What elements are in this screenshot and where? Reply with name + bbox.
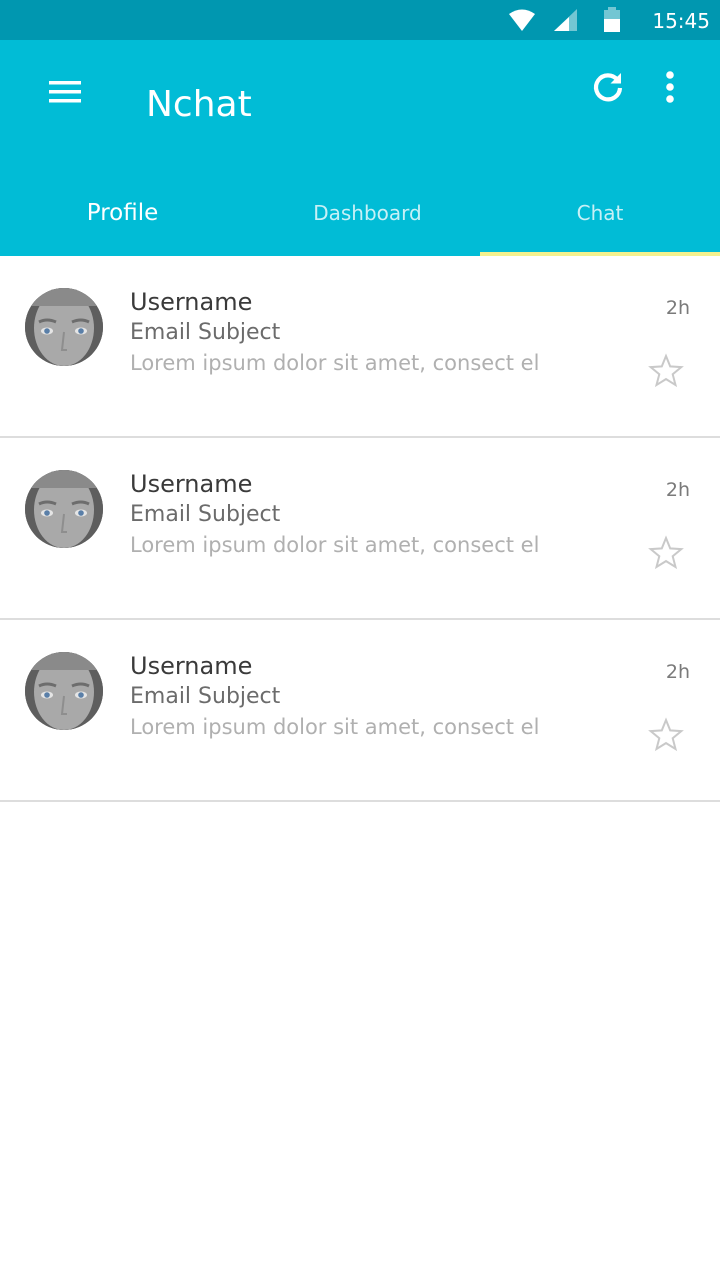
nchat-screen: 15:45 Nchat Profile Dashboard Chat Usern… (0, 0, 720, 1280)
message-preview: Lorem ipsum dolor sit amet, consect elit… (130, 533, 540, 557)
tab-label-chat: Chat (576, 201, 624, 225)
tab-label-profile: Profile (86, 200, 159, 226)
star-icon[interactable] (648, 353, 684, 389)
star-icon[interactable] (648, 535, 684, 571)
message-subject: Email Subject (130, 684, 281, 709)
star-icon[interactable] (648, 717, 684, 753)
message-row[interactable]: Username Email Subject Lorem ipsum dolor… (0, 256, 720, 438)
refresh-button[interactable] (588, 68, 628, 108)
more-vert-icon (666, 71, 674, 103)
message-time: 2h (665, 661, 690, 683)
message-time: 2h (665, 479, 690, 501)
avatar (25, 652, 103, 730)
refresh-icon (593, 73, 623, 102)
avatar (25, 470, 103, 548)
message-row[interactable]: Username Email Subject Lorem ipsum dolor… (0, 438, 720, 620)
tab-label-dashboard: Dashboard (313, 201, 422, 225)
message-list: Username Email Subject Lorem ipsum dolor… (0, 256, 720, 802)
tab-bar: Profile Dashboard Chat (0, 170, 720, 256)
status-bar: 15:45 (0, 0, 720, 40)
status-time: 15:45 (652, 9, 710, 33)
battery-icon (603, 7, 621, 38)
message-preview: Lorem ipsum dolor sit amet, consect elit… (130, 715, 540, 739)
message-subject: Email Subject (130, 320, 281, 345)
message-preview: Lorem ipsum dolor sit amet, consect elit… (130, 351, 540, 375)
message-username: Username (130, 288, 253, 316)
more-options-button[interactable] (652, 68, 688, 108)
message-time: 2h (665, 297, 690, 319)
signal-icon (553, 8, 579, 37)
tab-chat[interactable]: Chat (480, 170, 720, 256)
app-bar: Nchat Profile Dashboard Chat (0, 40, 720, 256)
menu-icon (49, 81, 81, 103)
wifi-icon (508, 8, 536, 37)
message-row[interactable]: Username Email Subject Lorem ipsum dolor… (0, 620, 720, 802)
app-title: Nchat (146, 84, 252, 125)
tab-profile[interactable]: Profile (0, 170, 245, 256)
tab-dashboard[interactable]: Dashboard (245, 170, 490, 256)
avatar (25, 288, 103, 366)
message-username: Username (130, 470, 253, 498)
message-subject: Email Subject (130, 502, 281, 527)
menu-button[interactable] (44, 74, 86, 110)
message-username: Username (130, 652, 253, 680)
